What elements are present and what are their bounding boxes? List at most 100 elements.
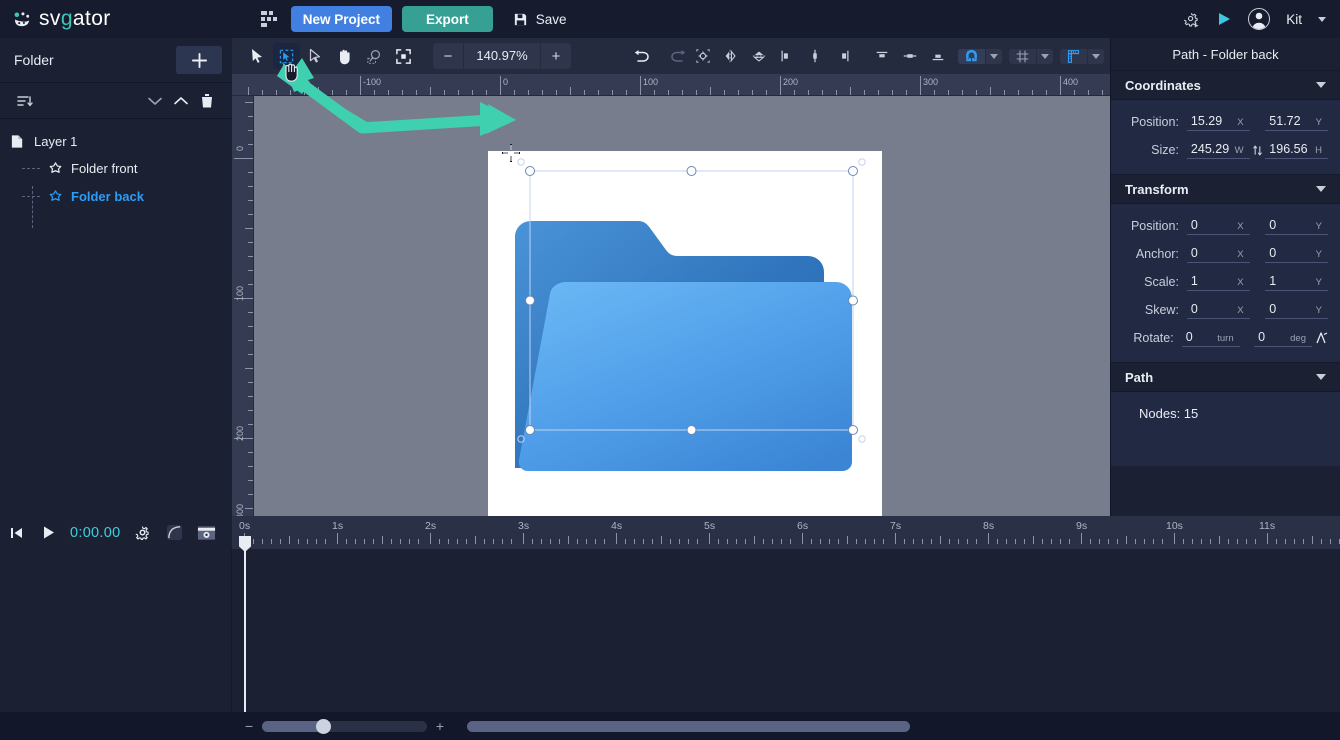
trash-icon[interactable] [194,88,220,114]
timeline-zoom-knob[interactable] [316,718,331,734]
chevron-down-icon[interactable] [1318,16,1326,22]
gear-icon[interactable] [126,518,158,548]
fit-frame-tool[interactable] [390,43,417,69]
zoom-level-value[interactable]: 140.97% [463,43,542,69]
zoom-in-button[interactable]: + [541,43,571,69]
layer-item-folder-front[interactable]: Folder front [0,154,232,182]
transform-scale-y-field[interactable]: 1 Y [1265,274,1328,291]
user-name[interactable]: Kit [1286,12,1302,27]
grid-apps-icon[interactable] [260,11,277,27]
coordinates-section-header[interactable]: Coordinates [1111,70,1340,100]
transform-anchor-y-field[interactable]: 0 Y [1265,246,1328,263]
aspect-link-icon[interactable] [1250,144,1266,157]
align-bottom-icon[interactable] [924,43,951,69]
flip-vertical-icon[interactable] [745,43,772,69]
transform-skew-x-field[interactable]: 0 X [1186,302,1250,319]
ruler-h-label: -100 [363,77,382,87]
rotation-direction-icon[interactable] [1314,331,1328,345]
canvas-region: − 140.97% + -100 0 100 200 300 400 0 100… [232,38,1110,519]
unit: X [1237,248,1244,260]
export-button[interactable]: Export [401,6,493,32]
chevron-down-icon[interactable] [1316,186,1326,192]
layer-item-folder-back[interactable]: Folder back [0,182,232,210]
horizontal-ruler[interactable]: -100 0 100 200 300 400 [232,74,1110,96]
magnet-icon[interactable] [958,48,986,64]
transform-scale-x-field[interactable]: 1 X [1186,274,1250,291]
timeline-ruler-label: 6s [797,520,809,532]
layer-icon [11,134,23,148]
transform-skew-y-field[interactable]: 0 Y [1265,302,1328,319]
path-section-header[interactable]: Path [1111,362,1340,392]
transform-rotate-turn-field[interactable]: 0 turn [1181,330,1240,347]
value: 1 [1269,273,1277,288]
timeline-ruler-label: 1s [332,520,344,532]
path-body: Nodes: 15 [1111,392,1340,466]
align-middle-vertical-icon[interactable] [896,43,923,69]
align-center-horizontal-icon[interactable] [801,43,828,69]
ruler-dropdown-arrow[interactable] [1087,48,1104,64]
timeline-zoom-slider[interactable] [262,718,427,734]
timeline-zoom-in-button[interactable]: + [431,718,449,734]
size-h-field[interactable]: 196.56 H [1265,142,1328,159]
play-icon[interactable] [32,518,64,548]
svgator-editor-window: svgator New Project Export Save Kit Fold… [0,0,1340,740]
play-preview-icon[interactable] [1216,11,1232,27]
easing-curve-icon[interactable] [158,518,190,548]
collapse-down-icon[interactable] [142,88,168,114]
sort-icon[interactable] [12,88,38,114]
onion-skin-icon[interactable] [190,518,222,548]
save-button[interactable]: Save [513,12,567,27]
timeline-region: 0:00.00 0s 1s 2s 3s 4s 5s 6s 7s 8s 9s 10… [0,516,1340,740]
grid-dropdown-arrow[interactable] [1036,48,1053,64]
current-time[interactable]: 0:00.00 [70,525,120,541]
canvas-viewport[interactable] [254,96,1110,516]
align-top-icon[interactable] [868,43,895,69]
transform-position-x-field[interactable]: 0 X [1186,218,1250,235]
grid-icon[interactable] [1009,49,1036,64]
size-w-field[interactable]: 245.29 W [1186,142,1250,159]
chevron-down-icon[interactable] [1316,82,1326,88]
chevron-down-icon[interactable] [1316,374,1326,380]
transform-body: Position: 0 X 0 Y Anchor: 0 X 0 Y Scale:… [1111,204,1340,362]
zoom-tool[interactable] [361,43,388,69]
transform-section-header[interactable]: Transform [1111,174,1340,204]
position-x-field[interactable]: 15.29 X [1186,114,1250,131]
app-logo[interactable]: svgator [13,7,111,31]
vertical-ruler[interactable]: 0 100 200 300 [232,96,254,519]
size-h-value: 196.56 [1269,141,1308,156]
timeline-ruler-label: 8s [983,520,995,532]
timeline-ruler[interactable]: 0s 1s 2s 3s 4s 5s 6s 7s 8s 9s 10s 11s [232,516,1340,549]
snap-dropdown-arrow[interactable] [985,48,1002,64]
flip-horizontal-icon[interactable] [717,43,744,69]
transform-position-y-field[interactable]: 0 Y [1265,218,1328,235]
collapse-up-icon[interactable] [168,88,194,114]
transform-anchor-x-field[interactable]: 0 X [1186,246,1250,263]
zoom-out-button[interactable]: − [433,43,463,69]
timeline-ruler-label: 3s [518,520,530,532]
timeline-ruler-label: 7s [890,520,902,532]
path-star-icon [49,189,62,201]
properties-panel: Path - Folder back Coordinates Position:… [1110,38,1340,516]
align-to-selection-icon[interactable] [689,43,716,69]
unit: Y [1315,220,1322,232]
timeline-zoom-out-button[interactable]: − [240,718,258,734]
layer-row-layer1[interactable]: Layer 1 [0,128,232,154]
undo-icon[interactable] [631,49,651,63]
skip-to-start-icon[interactable] [0,518,32,548]
avatar[interactable] [1248,8,1271,30]
position-y-field[interactable]: 51.72 Y [1265,114,1328,131]
transform-rotate-deg-field[interactable]: 0 deg [1254,330,1312,347]
ruler-icon[interactable] [1060,49,1087,64]
horizontal-scrollbar[interactable] [467,720,910,732]
select-tool[interactable] [244,43,271,69]
properties-title: Path - Folder back [1172,46,1279,62]
pan-tool[interactable] [332,43,359,69]
redo-icon[interactable] [669,49,689,63]
align-right-icon[interactable] [829,43,856,69]
path-edit-tool[interactable] [302,43,329,69]
add-layer-button[interactable] [176,46,222,74]
unit: Y [1315,276,1322,288]
new-project-button[interactable]: New Project [290,6,392,32]
align-left-icon[interactable] [773,43,800,69]
animated-gear-icon[interactable] [1183,11,1200,28]
